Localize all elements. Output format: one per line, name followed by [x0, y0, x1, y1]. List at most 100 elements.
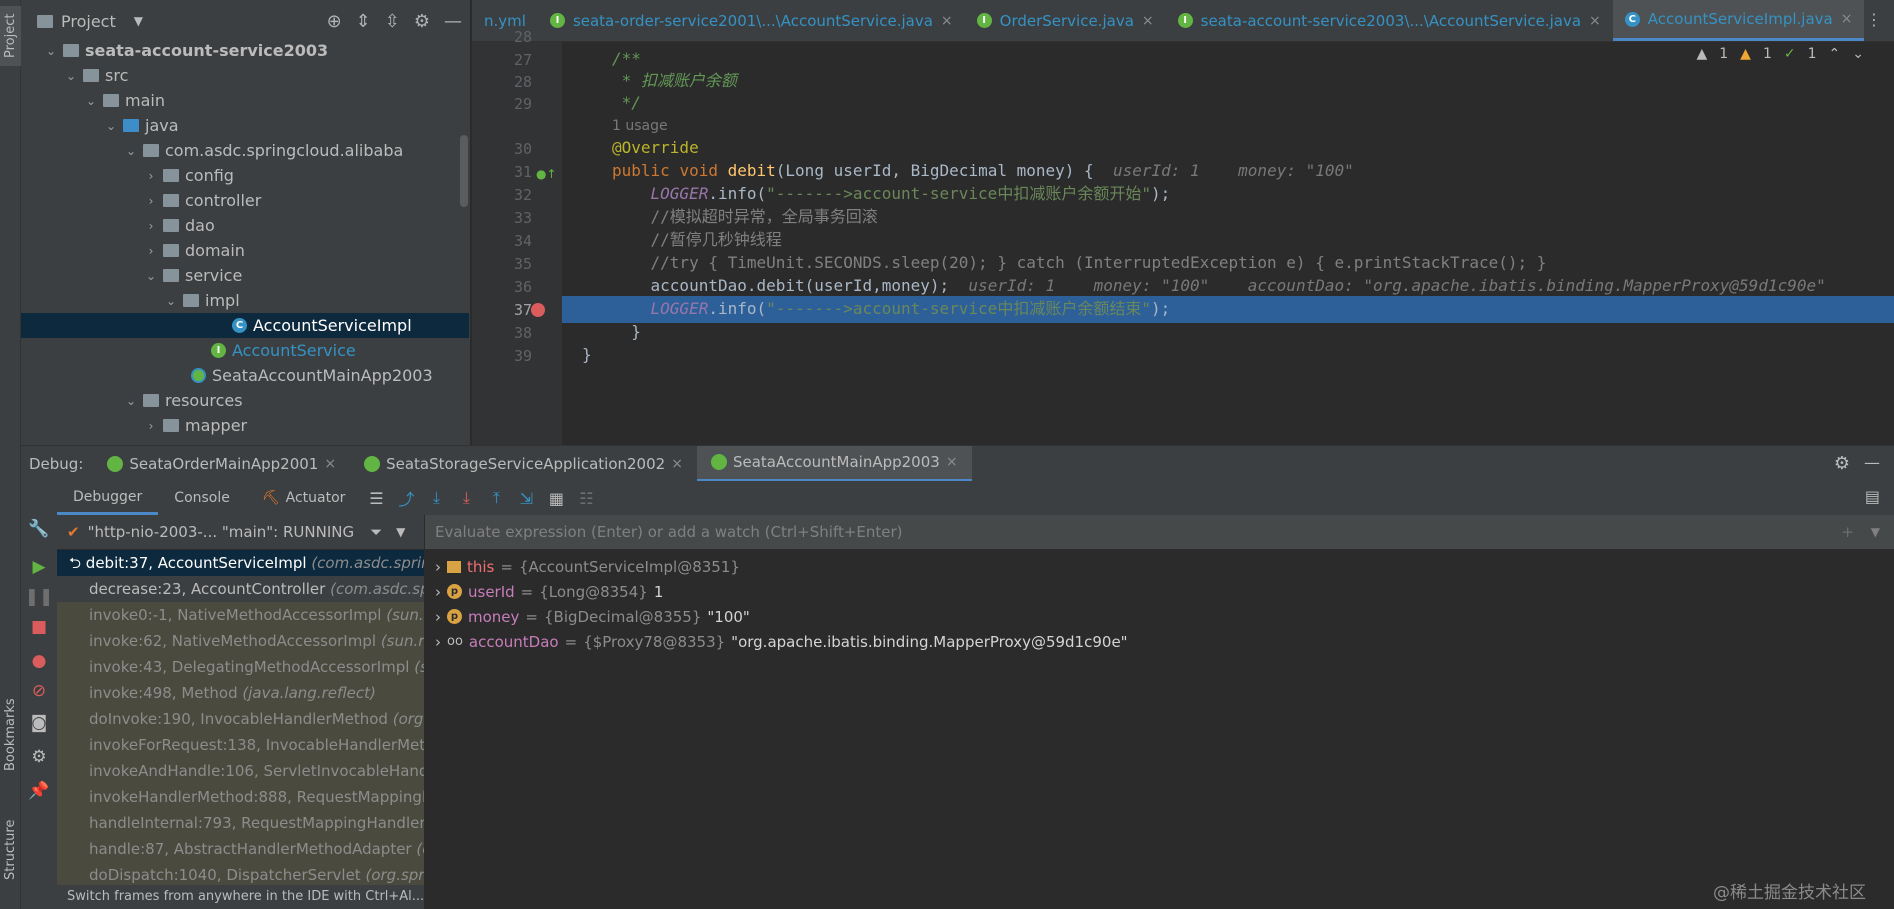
frame-item[interactable]: invoke:498, Method (java.lang.reflect): [57, 680, 424, 706]
view-breakpoints-icon[interactable]: ●: [21, 651, 57, 671]
thread-selector[interactable]: ✔ "http-nio-2003-... "main": RUNNING ⏷ ▼: [57, 515, 424, 549]
tree-item-config[interactable]: › config: [21, 163, 469, 188]
chevron-down-icon[interactable]: ⌄: [123, 144, 139, 158]
chevron-down-icon[interactable]: ⌄: [163, 294, 179, 308]
tab-order-accountservice[interactable]: Iseata-order-service2001\...\AccountServ…: [538, 0, 965, 41]
camera-icon[interactable]: ◙: [21, 713, 57, 733]
tree-item-accountserviceimpl[interactable]: C AccountServiceImpl: [21, 313, 469, 338]
close-icon[interactable]: ×: [1589, 13, 1601, 29]
code-editor[interactable]: ▲ 1 ▲ 1 ✓ 1 ⌃ ⌄ /** * 扣减账户余额 */ 1 usage @Ov…: [562, 42, 1894, 445]
chevron-down-icon[interactable]: ▼: [396, 525, 405, 539]
tree-item-service[interactable]: ⌄ service: [21, 263, 469, 288]
resume-icon[interactable]: ▶: [21, 557, 57, 577]
chevron-right-icon[interactable]: ›: [143, 169, 159, 183]
trace-icon[interactable]: ☷: [571, 489, 601, 508]
tree-item-accountservice[interactable]: I AccountService: [21, 338, 469, 363]
wrench-icon[interactable]: 🔧: [21, 519, 57, 539]
editor-gutter[interactable]: 28 27 28 29 30 31 32 33 34 35 36 37 38 3…: [472, 28, 562, 445]
gear-icon[interactable]: ⚙: [414, 11, 430, 32]
close-icon[interactable]: ×: [1841, 11, 1853, 27]
show-execution-point-icon[interactable]: ⤴: [391, 486, 421, 510]
chevron-up-icon[interactable]: ⌃: [1829, 46, 1841, 62]
hide-icon[interactable]: —: [1864, 453, 1880, 472]
chevron-right-icon[interactable]: ›: [435, 608, 441, 626]
frame-item[interactable]: invoke:62, NativeMethodAccessorImpl (sun…: [57, 628, 424, 654]
gear-icon[interactable]: ⚙: [1834, 453, 1850, 474]
debug-session-tab[interactable]: SeataOrderMainApp2001 ×: [93, 446, 350, 482]
chevron-down-icon[interactable]: ⌄: [63, 69, 79, 83]
frame-item[interactable]: handle:87, AbstractHandlerMethodAdapter …: [57, 836, 424, 862]
locate-icon[interactable]: ⊕: [327, 11, 342, 32]
frame-item[interactable]: doDispatch:1040, DispatcherServlet (org.…: [57, 862, 424, 886]
chevron-right-icon[interactable]: ›: [435, 633, 441, 651]
chevron-right-icon[interactable]: ›: [143, 419, 159, 433]
stack-frames-list[interactable]: ⮌ debit:37, AccountServiceImpl (com.asdc…: [57, 550, 424, 886]
tree-item-controller[interactable]: › controller: [21, 188, 469, 213]
project-title[interactable]: Project: [61, 12, 116, 31]
filter-icon[interactable]: ⏷: [370, 523, 382, 541]
tab-accountserviceimpl[interactable]: C AccountServiceImpl.java ×: [1612, 0, 1865, 41]
layout-icon[interactable]: ▤: [1865, 487, 1880, 506]
pin-icon[interactable]: 📌: [21, 781, 57, 801]
chevron-down-icon[interactable]: ⌄: [103, 119, 119, 133]
chevron-down-icon[interactable]: ⌄: [1852, 46, 1864, 62]
bookmarks-tool-tab[interactable]: Bookmarks: [0, 690, 21, 780]
chevron-right-icon[interactable]: ›: [143, 219, 159, 233]
tab-debugger[interactable]: Debugger: [57, 481, 159, 515]
chevron-right-icon[interactable]: ›: [143, 194, 159, 208]
tree-item-resources[interactable]: ⌄ resources: [21, 388, 469, 413]
implements-icon[interactable]: ●↑: [536, 167, 557, 181]
frame-item[interactable]: ⮌ debit:37, AccountServiceImpl (com.asdc…: [57, 550, 424, 576]
chevron-down-icon[interactable]: ⌄: [123, 394, 139, 408]
variable-row[interactable]: › p userId = {Long@8354} 1: [435, 579, 663, 604]
close-icon[interactable]: ×: [324, 456, 336, 472]
chevron-down-icon[interactable]: ⌄: [43, 44, 59, 58]
variable-row[interactable]: › oo accountDao = {$Proxy78@8353} "org.apache…: [435, 629, 1128, 654]
frame-item[interactable]: doInvoke:190, InvocableHandlerMethod (or…: [57, 706, 424, 732]
step-into-icon[interactable]: ⤓: [451, 488, 481, 508]
tree-item-mapper[interactable]: › mapper: [21, 413, 469, 438]
tree-item-domain[interactable]: › domain: [21, 238, 469, 263]
tree-item-package[interactable]: ⌄ com.asdc.springcloud.alibaba: [21, 138, 469, 163]
run-to-cursor-icon[interactable]: ⇲: [511, 489, 541, 508]
tab-console[interactable]: Console: [158, 481, 246, 515]
frame-item[interactable]: handleInternal:793, RequestMappingHandle…: [57, 810, 424, 836]
tab-orderservice[interactable]: I OrderService.java ×: [965, 0, 1166, 41]
chevron-down-icon[interactable]: ⌄: [143, 269, 159, 283]
tree-item-module[interactable]: ⌄ seata-account-service2003: [21, 38, 469, 63]
close-icon[interactable]: ×: [941, 13, 953, 29]
step-out-icon[interactable]: ⤒: [481, 488, 511, 508]
debug-session-tab[interactable]: SeataStorageServiceApplication2002 ×: [350, 446, 697, 482]
expand-all-icon[interactable]: ⇕: [356, 11, 371, 32]
frame-item[interactable]: invokeAndHandle:106, ServletInvocableHan…: [57, 758, 424, 784]
tree-item-impl[interactable]: ⌄ impl: [21, 288, 469, 313]
chevron-right-icon[interactable]: ›: [435, 583, 441, 601]
debug-session-tab-active[interactable]: SeataAccountMainApp2003 ×: [696, 445, 972, 482]
tree-item-mainapp[interactable]: SeataAccountMainApp2003: [21, 363, 469, 388]
pause-icon[interactable]: ❚❚: [21, 587, 57, 607]
settings-icon[interactable]: ⚙: [21, 747, 57, 767]
tree-item-main[interactable]: ⌄ main: [21, 88, 469, 113]
tab-account-accountservice[interactable]: Iseata-account-service2003\...\AccountSe…: [1166, 0, 1613, 41]
close-icon[interactable]: ×: [671, 456, 683, 472]
frame-item[interactable]: decrease:23, AccountController (com.asdc…: [57, 576, 424, 602]
frame-item[interactable]: invokeForRequest:138, InvocableHandlerMe…: [57, 732, 424, 758]
tree-item-java[interactable]: ⌄ java: [21, 113, 469, 138]
more-icon[interactable]: ⋮: [1866, 10, 1882, 29]
tree-item-src[interactable]: ⌄ src: [21, 63, 469, 88]
project-tool-tab[interactable]: Project: [0, 6, 21, 66]
evaluate-expression-input[interactable]: Evaluate expression (Enter) or add a wat…: [425, 515, 1894, 549]
inspection-widget[interactable]: ▲ 1 ▲ 1 ✓ 1 ⌃ ⌄: [1696, 46, 1864, 62]
frame-item[interactable]: invoke:43, DelegatingMethodAccessorImpl …: [57, 654, 424, 680]
mute-breakpoints-icon[interactable]: ⊘: [21, 681, 57, 701]
stop-icon[interactable]: ■: [21, 617, 57, 637]
hide-icon[interactable]: —: [444, 11, 462, 32]
structure-tool-tab[interactable]: Structure: [0, 810, 21, 890]
close-icon[interactable]: ×: [946, 454, 958, 470]
frame-item[interactable]: invoke0:-1, NativeMethodAccessorImpl (su…: [57, 602, 424, 628]
breakpoint-icon[interactable]: [531, 303, 545, 317]
chevron-down-icon[interactable]: ▼: [1871, 525, 1880, 539]
project-scrollbar[interactable]: [460, 135, 468, 207]
variable-row[interactable]: › this = {AccountServiceImpl@8351}: [435, 554, 740, 579]
evaluate-icon[interactable]: ▦: [541, 489, 571, 508]
